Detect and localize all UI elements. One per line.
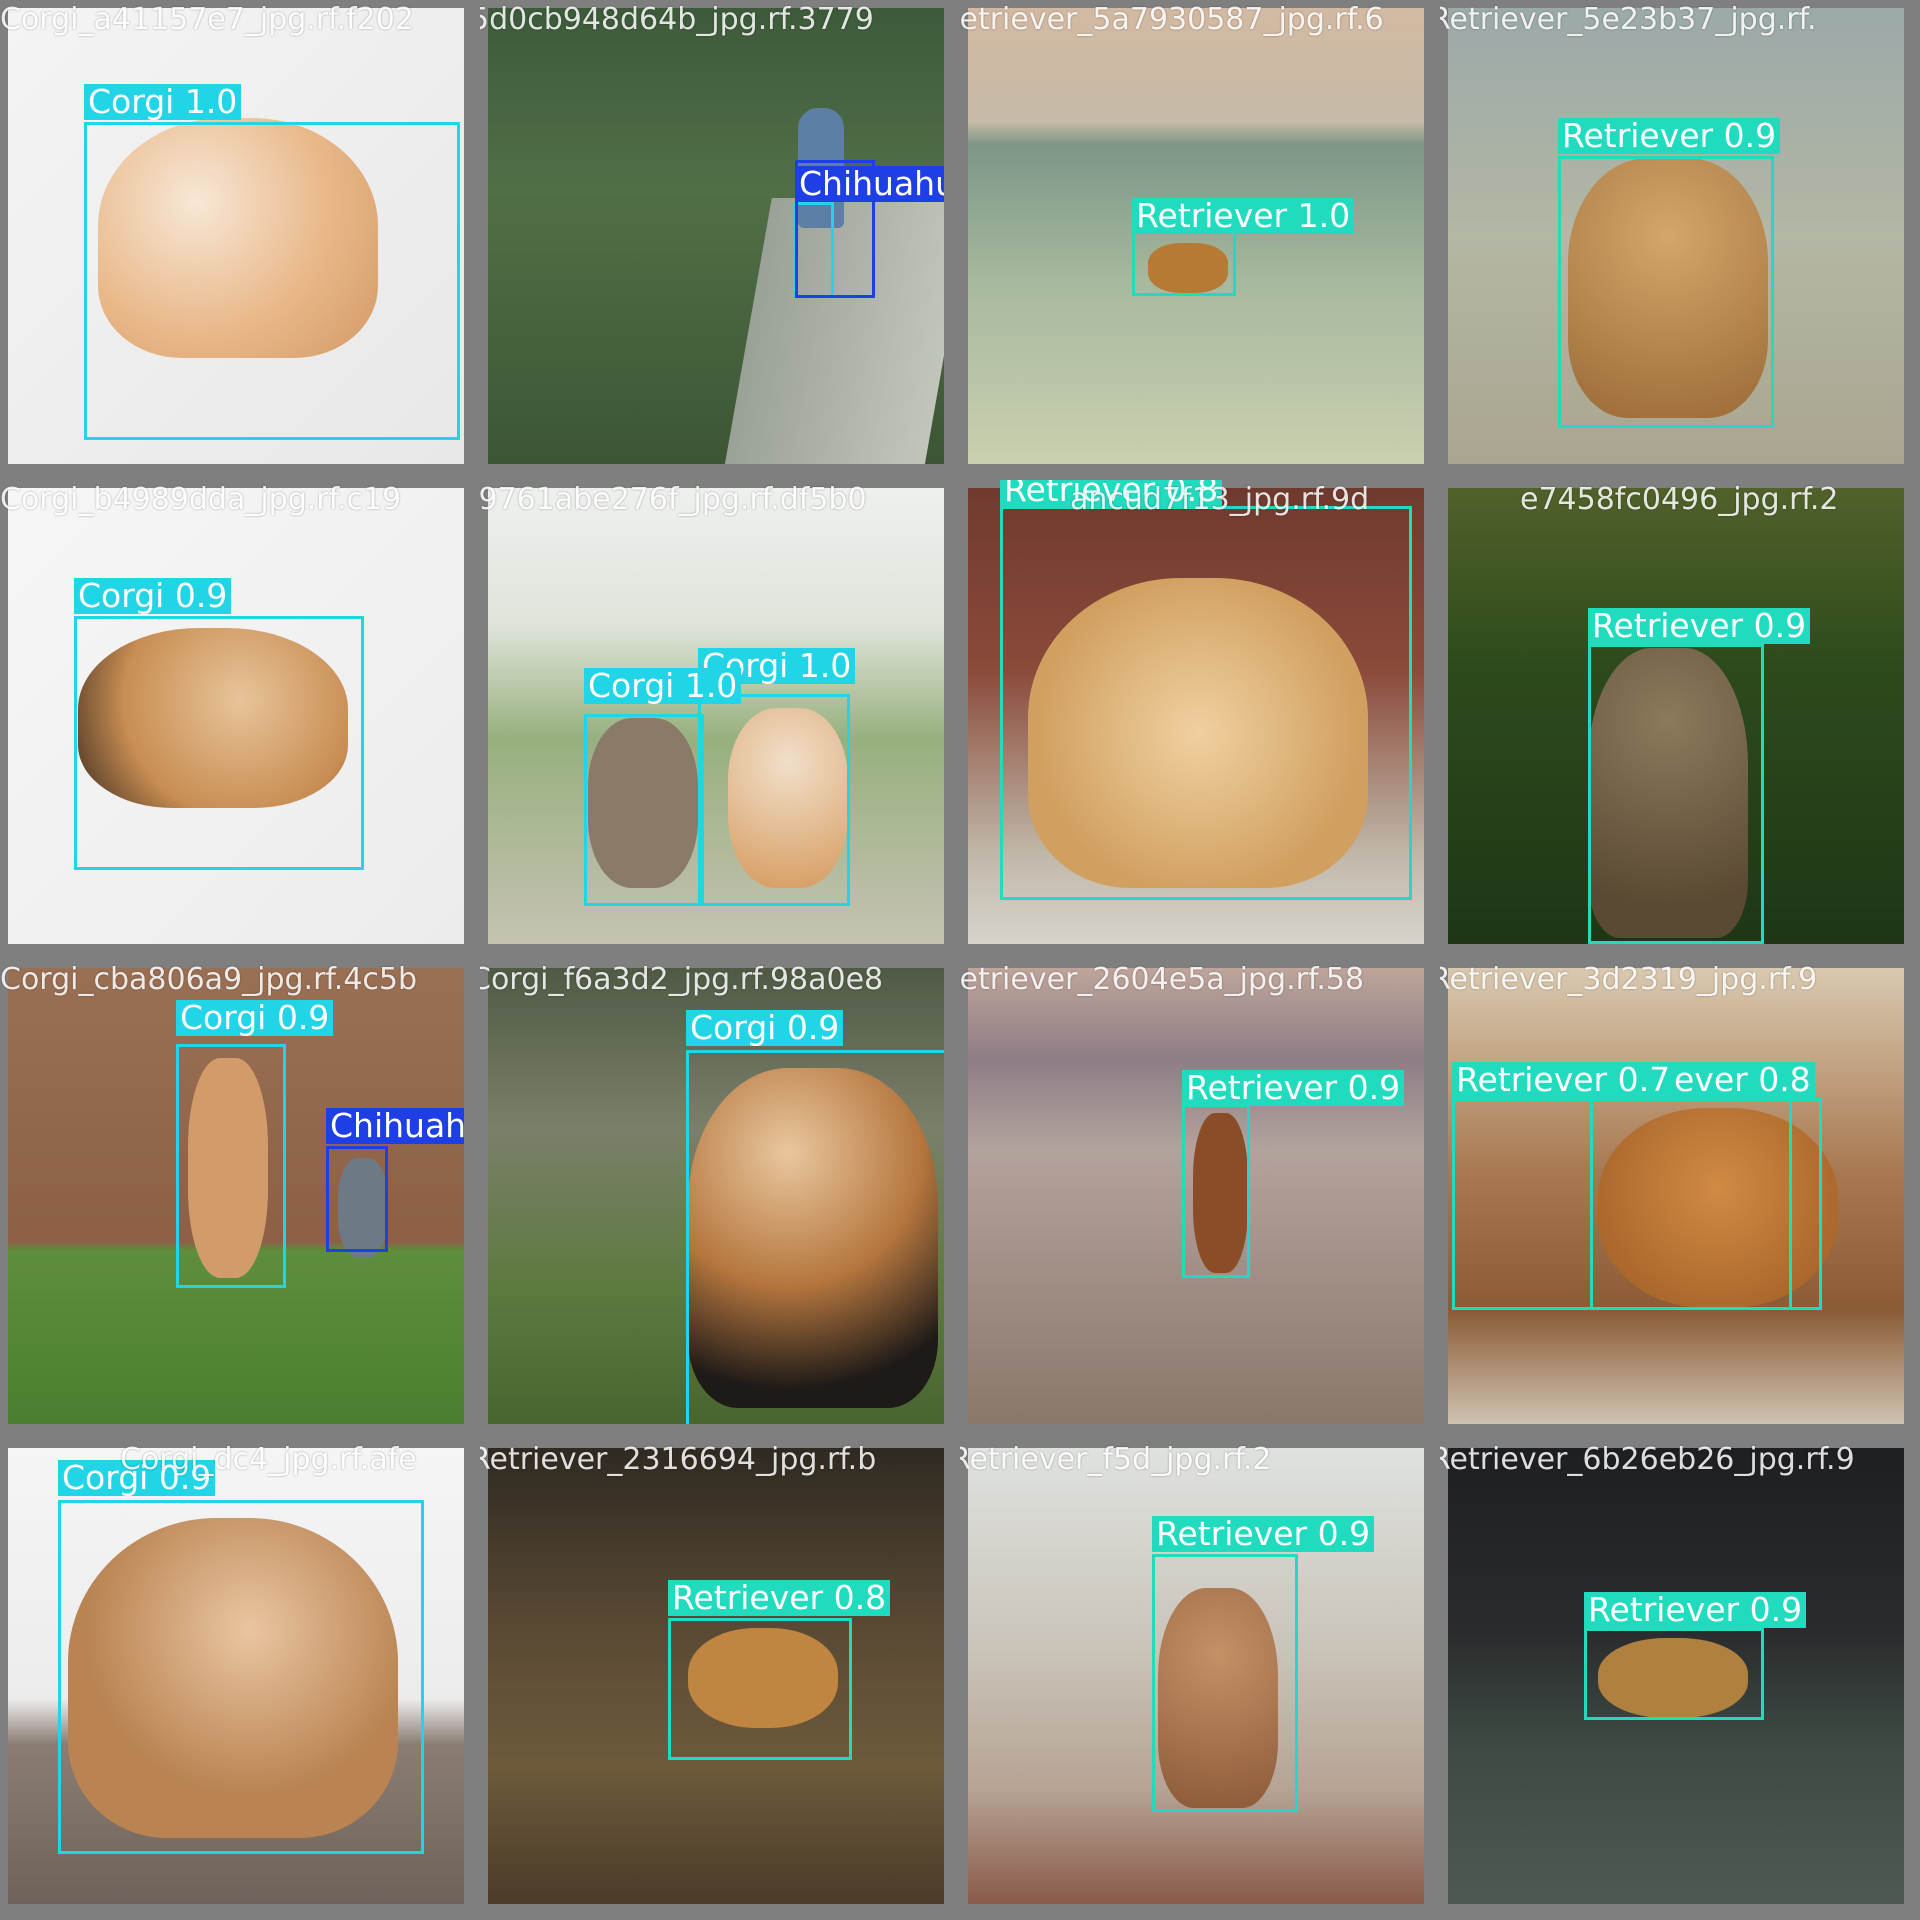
tile-15: Retriever 0.9 Retriever_f5d_jpg.rf.2: [960, 1440, 1424, 1904]
detection-box: [1588, 644, 1764, 944]
detection-label: Corgi 1.0: [84, 84, 242, 120]
filename: e9761abe276f_jpg.rf.df5b0: [480, 482, 867, 517]
filename: e7458fc0496_jpg.rf.2: [1520, 482, 1839, 517]
tile-10: Corgi 0.9 Corgi_f6a3d2_jpg.rf.98a0e8: [480, 960, 944, 1424]
filename: Corgi_a41157e7_jpg.rf.f202: [0, 2, 414, 37]
detection-box: [668, 1618, 852, 1760]
filename: Retriever_6b26eb26_jpg.rf.9: [1440, 1442, 1855, 1477]
filename: Retriever_2604e5a_jpg.rf.58: [960, 962, 1365, 997]
detection-box: [1590, 1098, 1822, 1310]
filename: Retriever_2316694_jpg.rf.b: [480, 1442, 877, 1477]
filename: Retriever_5a7930587_jpg.rf.6: [960, 2, 1384, 37]
filename: 5d0cb948d64b_jpg.rf.3779: [480, 2, 874, 37]
detection-label: Retriever 0.8: [668, 1580, 891, 1616]
detection-label: Corgi 0.9: [176, 1000, 334, 1036]
detection-box: [1182, 1104, 1250, 1278]
filename: Corgi_b4989dda_jpg.rf.c19: [0, 482, 402, 517]
tile-5: Corgi 0.9 Corgi_b4989dda_jpg.rf.c19: [0, 480, 464, 944]
detection-box: [58, 1500, 424, 1854]
photo: [488, 8, 944, 464]
detection-label: Retriever 1.0: [1132, 198, 1355, 234]
detection-label: Retriever 0.9: [1584, 1592, 1807, 1628]
tile-9: Corgi 0.9 Chihuahua 0.3 Corgi_cba806a9_j…: [0, 960, 464, 1424]
detection-box: [1132, 228, 1236, 296]
filename: ancud7f13_jpg.rf.9d: [1070, 482, 1370, 517]
filename: Retriever_f5d_jpg.rf.2: [960, 1442, 1272, 1477]
detection-box: [176, 1044, 286, 1288]
tile-11: Retriever 0.9 Retriever_2604e5a_jpg.rf.5…: [960, 960, 1424, 1424]
detection-box: [686, 1050, 944, 1424]
detection-box: [84, 122, 460, 440]
filename: Retriever_3d2319_jpg.rf.9: [1440, 962, 1818, 997]
detection-label: Retriever 0.9: [1152, 1516, 1375, 1552]
detection-label: Retriever 0.9: [1558, 118, 1781, 154]
detection-box: [326, 1146, 388, 1252]
detection-label: Retriever 0.9: [1182, 1070, 1405, 1106]
detection-box: [1000, 506, 1412, 900]
detection-box: [74, 616, 364, 870]
filename: Corgi_dc4_jpg.rf.afe: [120, 1442, 417, 1477]
tile-3: Retriever 1.0 Retriever_5a7930587_jpg.rf…: [960, 0, 1424, 464]
tile-2: Chihuahua 0.4 5d0cb948d64b_jpg.rf.3779: [480, 0, 944, 464]
detection-box: [698, 694, 850, 906]
detection-label: Corgi 0.9: [686, 1010, 844, 1046]
detection-box: [1584, 1628, 1764, 1720]
detection-label: Chihuahua 0.3: [326, 1108, 464, 1144]
tile-13: Corgi 0.9 Corgi_dc4_jpg.rf.afe: [0, 1440, 464, 1904]
detection-box: [1152, 1554, 1298, 1812]
tile-6: Corgi 1.0 Corgi 1.0 e9761abe276f_jpg.rf.…: [480, 480, 944, 944]
filename: Corgi_cba806a9_jpg.rf.4c5b: [0, 962, 418, 997]
detection-box: [584, 714, 704, 906]
tile-7: Retriever 0.8 ancud7f13_jpg.rf.9d: [960, 480, 1424, 944]
detection-label: Chihuahua 0.4: [795, 166, 944, 202]
filename: Corgi_f6a3d2_jpg.rf.98a0e8: [480, 962, 884, 997]
detection-label: ever 0.8: [1670, 1062, 1815, 1098]
tile-16: Retriever 0.9 Retriever_6b26eb26_jpg.rf.…: [1440, 1440, 1904, 1904]
tile-1: Corgi 1.0 Corgi_a41157e7_jpg.rf.f202: [0, 0, 464, 464]
tile-14: Retriever 0.8 Retriever_2316694_jpg.rf.b: [480, 1440, 944, 1904]
detection-label: Corgi 1.0: [584, 668, 742, 704]
tile-4: Retriever 0.9 Retriever_5e23b37_jpg.rf.: [1440, 0, 1904, 464]
detection-label: Corgi 0.9: [74, 578, 232, 614]
detection-box: [1558, 156, 1774, 428]
detection-label: Retriever 0.9: [1588, 608, 1811, 644]
filename: Retriever_5e23b37_jpg.rf.: [1440, 2, 1817, 37]
tile-8: Retriever 0.9 e7458fc0496_jpg.rf.2: [1440, 480, 1904, 944]
tile-12: Retriever 0.7 ever 0.8 Retriever_3d2319_…: [1440, 960, 1904, 1424]
detection-label: Retriever 0.7: [1452, 1062, 1675, 1098]
